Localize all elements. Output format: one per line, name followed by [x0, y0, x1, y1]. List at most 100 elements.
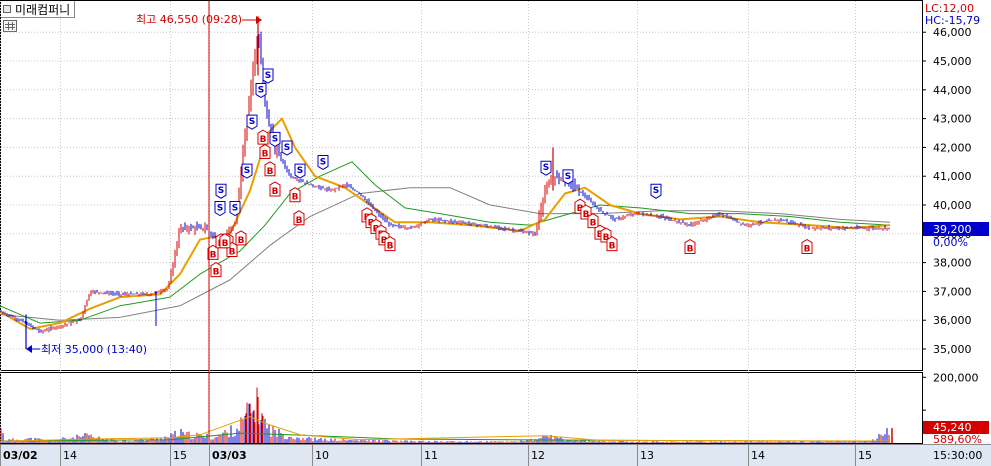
price-tick-label: 36,000 — [933, 314, 972, 327]
signal-letter: B — [213, 268, 220, 278]
sell-signal-marker: S — [650, 183, 662, 199]
buy-signal-marker: B — [801, 238, 813, 255]
signal-letter: B — [260, 135, 267, 145]
volume-bars — [0, 387, 893, 443]
signal-letter: B — [222, 239, 229, 249]
time-tick-label: 11 — [424, 449, 438, 462]
buy-signal-marker: B — [264, 161, 276, 177]
time-tick-label: 15 — [858, 449, 872, 462]
signal-letter: S — [297, 166, 303, 176]
stock-chart-window: 미래컴퍼니 BBBBBBBBBBBBBBBBBBBBBBBBBBBSSSSSSS… — [0, 0, 991, 466]
buy-signal-marker: B — [257, 129, 269, 145]
price-tick-label: 41,000 — [933, 170, 972, 183]
signal-letter: B — [387, 242, 394, 252]
signal-letter: B — [804, 245, 811, 255]
signal-letter: S — [320, 157, 326, 167]
price-tick-label: 37,000 — [933, 285, 972, 298]
sell-signal-marker: S — [562, 169, 574, 185]
signal-letter: S — [244, 166, 250, 176]
signal-letter: B — [210, 250, 217, 260]
price-plot-frame — [0, 0, 923, 371]
trade-signals: BBBBBBBBBBBBBBBBBBBBBBBBBBBSSSSSSSSSSSSS… — [207, 68, 813, 278]
time-tick-label: 14 — [751, 449, 765, 462]
min-arrow-icon — [26, 345, 32, 353]
signal-letter: S — [249, 117, 255, 127]
price-candles — [0, 16, 890, 349]
price-tick-label: 40,000 — [933, 199, 972, 212]
price-tick-label: 46,000 — [933, 26, 972, 39]
volume-ratio-text: 589,60% — [933, 433, 982, 446]
buy-signal-marker: B — [587, 213, 599, 229]
volume-plot-frame — [0, 372, 923, 444]
time-label: 15:30:00 — [933, 449, 982, 462]
sell-signal-marker: S — [215, 183, 227, 199]
time-tick-label: 14 — [63, 449, 77, 462]
max-price-annotation: 최고 46,550 (09:28) — [136, 13, 262, 26]
price-tick-label: 43,000 — [933, 113, 972, 126]
time-tick-label: 15 — [173, 449, 187, 462]
price-tick-label: 45,000 — [933, 55, 972, 68]
sell-signal-marker: S — [241, 163, 253, 179]
buy-signal-marker: B — [384, 236, 396, 252]
signal-letter: S — [543, 163, 549, 173]
chart-canvas[interactable]: BBBBBBBBBBBBBBBBBBBBBBBBBBBSSSSSSSSSSSSS… — [0, 0, 991, 466]
price-tick-label: 42,000 — [933, 141, 972, 154]
signal-letter: S — [565, 172, 571, 182]
sell-signal-marker: S — [262, 68, 274, 84]
sell-signal-marker: S — [294, 163, 306, 179]
time-tick-label: 03/02 — [3, 449, 38, 462]
time-tick-label: 13 — [640, 449, 654, 462]
signal-letter: S — [258, 85, 264, 95]
signal-letter: B — [238, 236, 245, 246]
sell-signal-marker: S — [255, 82, 267, 99]
buy-signal-marker: B — [269, 181, 281, 197]
time-tick-label: 10 — [315, 449, 329, 462]
buy-signal-marker: B — [210, 262, 222, 278]
sell-signal-marker: S — [229, 201, 241, 217]
signal-letter: S — [265, 71, 271, 81]
sell-signal-marker: S — [246, 114, 258, 130]
time-tick-label: 03/03 — [212, 449, 247, 462]
volume-ma-short — [0, 416, 891, 442]
buy-signal-marker: B — [684, 238, 696, 255]
price-tick-label: 35,000 — [933, 343, 972, 356]
signal-letter: B — [687, 245, 694, 255]
signal-letter: B — [262, 150, 269, 160]
signal-letter: S — [653, 186, 659, 196]
sell-signal-marker: S — [214, 201, 226, 217]
signal-letter: B — [296, 216, 303, 226]
price-tick-label: 44,000 — [933, 84, 972, 97]
current-price-text: 39,200 — [933, 223, 972, 236]
sell-signal-marker: S — [540, 160, 552, 176]
min-annotation-text: 최저 35,000 (13:40) — [41, 343, 147, 356]
max-arrow-icon — [256, 16, 262, 24]
buy-signal-marker: B — [606, 236, 618, 252]
buy-signal-marker: B — [289, 187, 301, 203]
buy-signal-marker: B — [219, 233, 231, 249]
buy-signal-marker: B — [235, 230, 247, 246]
volume-axis: 200,000 — [922, 371, 979, 411]
signal-letter: S — [232, 204, 238, 214]
signal-letter: B — [272, 187, 279, 197]
current-change-text: 0,00% — [933, 236, 968, 249]
min-price-annotation: 최저 35,000 (13:40) — [26, 343, 147, 356]
time-axis-bar — [0, 444, 991, 466]
signal-letter: B — [292, 193, 299, 203]
sell-signal-marker: S — [281, 140, 293, 156]
sell-signal-marker: S — [269, 131, 281, 147]
max-annotation-text: 최고 46,550 (09:28) — [136, 13, 242, 26]
current-volume-tag: 45,240 589,60% — [923, 421, 989, 446]
signal-letter: B — [590, 219, 597, 229]
signal-letter: S — [217, 204, 223, 214]
signal-letter: S — [272, 134, 278, 144]
ma-long-line — [0, 187, 891, 321]
buy-signal-marker: B — [259, 143, 271, 160]
ma-mid-line — [0, 161, 891, 324]
hc-label: HC:-15,79 — [925, 14, 980, 27]
signal-letter: S — [284, 143, 290, 153]
signal-letter: B — [609, 242, 616, 252]
volume-tick-label: 200,000 — [933, 371, 979, 384]
sell-signal-marker: S — [317, 154, 329, 171]
price-axis: 35,00036,00037,00038,00039,00040,00041,0… — [922, 26, 972, 356]
buy-signal-marker: B — [293, 210, 305, 226]
